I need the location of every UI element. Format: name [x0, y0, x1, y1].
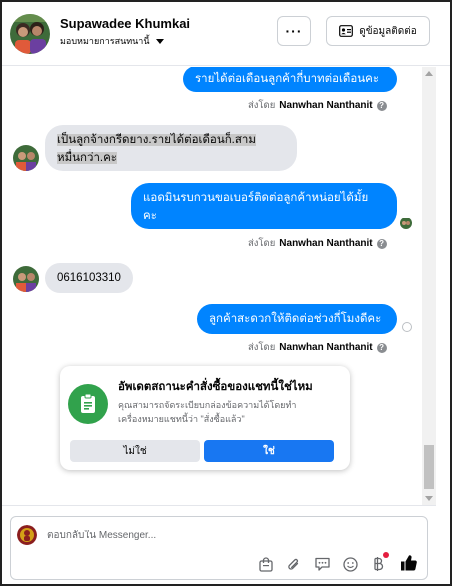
message-incoming[interactable]: 0616103310 [45, 263, 133, 293]
baht-icon[interactable] [369, 552, 389, 573]
message-text: 0616103310 [57, 272, 121, 284]
sent-by-prefix: ส่งโดย [248, 342, 276, 353]
message-text-line: แอดมินรบกวนขอเบอร์ติดต่อลูกค้าหน่อยได้มั… [143, 192, 369, 204]
scroll-down-icon[interactable] [425, 496, 433, 501]
contact-card-icon [339, 25, 354, 37]
sender-name: Nanwhan Nanthanit [279, 100, 373, 111]
emoji-icon[interactable] [341, 555, 359, 573]
notification-dot [383, 552, 389, 558]
saved-reply-icon[interactable] [313, 555, 331, 573]
sent-by-label: ส่งโดย Nanwhan Nanthanit ? [248, 340, 387, 355]
scroll-up-icon[interactable] [425, 71, 433, 76]
contact-avatar-small[interactable] [13, 266, 39, 292]
message-text-line: เป็นลูกจ้างกรีดยาง.รายได้ต่อเดือนก็.สาม [57, 134, 256, 146]
message-text: ลูกค้าสะดวกให้ติดต่อช่วงกี่โมงดีคะ [209, 313, 382, 325]
order-icon [68, 384, 108, 424]
sender-name: Nanwhan Nanthanit [279, 342, 373, 353]
message-outgoing[interactable]: ลูกค้าสะดวกให้ติดต่อช่วงกี่โมงดีคะ [197, 304, 397, 334]
conversation-header: Supawadee Khumkai มอบหมายการสนทนานี้ ···… [2, 2, 450, 66]
info-icon[interactable]: ? [376, 342, 387, 353]
sent-by-prefix: ส่งโดย [248, 238, 276, 249]
scrollbar-thumb[interactable] [424, 445, 434, 489]
card-body: คุณสามารถจัดระเบียบกล่องข้อความได้โดยทำเ… [118, 400, 297, 424]
message-text-line: หมื่นกว่า.คะ [57, 152, 117, 164]
composer [10, 516, 428, 580]
info-icon[interactable]: ? [376, 238, 387, 249]
sent-by-prefix: ส่งโดย [248, 100, 276, 111]
scrollbar[interactable] [422, 67, 436, 505]
yes-button[interactable]: ใช่ [204, 440, 334, 462]
attachment-icon[interactable] [285, 555, 303, 573]
message-outgoing[interactable]: แอดมินรบกวนขอเบอร์ติดต่อลูกค้าหน่อยได้มั… [131, 183, 397, 229]
seen-avatar [400, 217, 412, 229]
message-incoming[interactable]: เป็นลูกจ้างกรีดยาง.รายได้ต่อเดือนก็.สาม … [45, 125, 297, 171]
info-icon[interactable]: ? [376, 100, 387, 111]
like-icon[interactable] [399, 553, 419, 573]
assign-conversation-dropdown[interactable]: มอบหมายการสนทนานี้ [60, 34, 164, 48]
more-options-button[interactable]: ··· [277, 16, 311, 46]
delivered-check-icon [402, 322, 412, 332]
composer-divider [2, 505, 436, 506]
contact-name: Supawadee Khumkai [60, 16, 191, 31]
message-text-line: คะ [143, 210, 157, 222]
more-icon: ··· [285, 23, 303, 39]
view-contact-button[interactable]: ดูข้อมูลติดต่อ [326, 16, 430, 46]
sender-name: Nanwhan Nanthanit [279, 238, 373, 249]
contact-avatar-small[interactable] [13, 145, 39, 171]
chevron-down-icon [155, 38, 164, 44]
message-text: รายได้ต่อเดือนลูกค้ากี่บาทต่อเดือนคะ [195, 73, 380, 85]
sent-by-label: ส่งโดย Nanwhan Nanthanit ? [248, 98, 387, 113]
view-contact-label: ดูข้อมูลติดต่อ [359, 25, 417, 37]
shopping-bag-icon[interactable] [257, 555, 275, 573]
sent-by-label: ส่งโดย Nanwhan Nanthanit ? [248, 236, 387, 251]
contact-avatar[interactable] [10, 14, 50, 54]
reply-input[interactable] [47, 530, 347, 541]
order-status-prompt: อัพเดตสถานะคำสั่งซื้อของแชทนี้ใช่ไหม คุณ… [60, 366, 350, 470]
message-outgoing[interactable]: รายได้ต่อเดือนลูกค้ากี่บาทต่อเดือนคะ [183, 67, 397, 92]
assign-label: มอบหมายการสนทนานี้ [60, 36, 150, 46]
card-title: อัพเดตสถานะคำสั่งซื้อของแชทนี้ใช่ไหม [118, 381, 313, 393]
no-button[interactable]: ไม่ใช่ [70, 440, 200, 462]
page-avatar [17, 525, 37, 545]
